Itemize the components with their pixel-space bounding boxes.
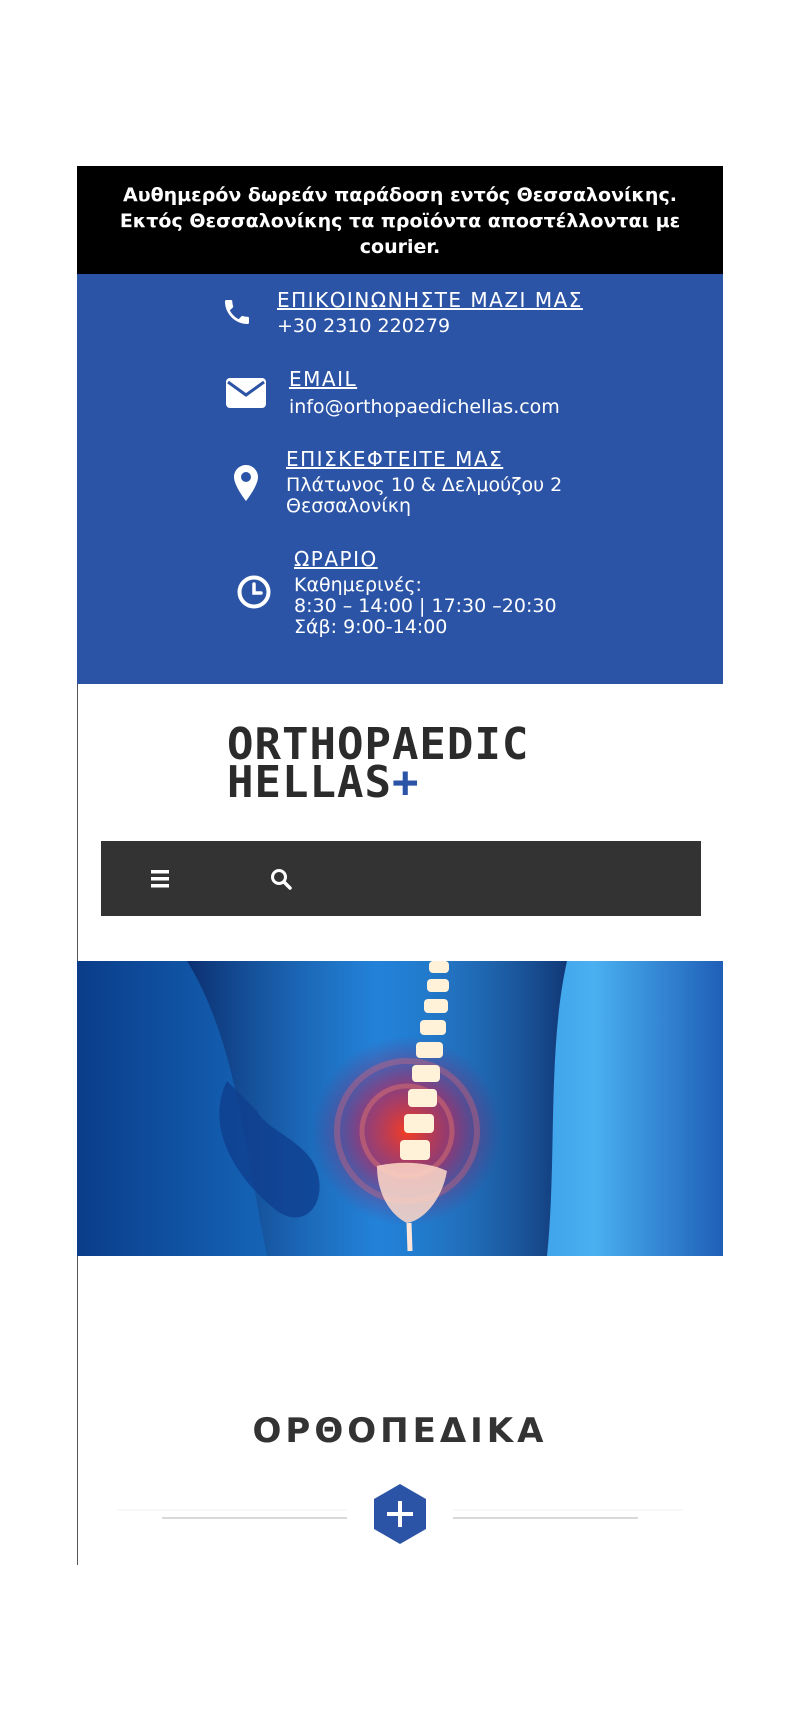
visit-heading[interactable]: ΕΠΙΣΚΕΦΤΕΙΤΕ ΜΑΣ — [286, 447, 562, 471]
search-icon[interactable] — [269, 867, 293, 891]
contact-phone[interactable]: ΕΠΙΚΟΙΝΩΝΗΣΤΕ ΜΑΖΙ ΜΑΣ +30 2310 220279 — [217, 288, 583, 337]
contact-email[interactable]: EMAIL info@orthopaedichellas.com — [223, 367, 560, 418]
clock-icon — [234, 575, 274, 609]
hours-line-3: Σάβ: 9:00-14:00 — [294, 616, 448, 638]
phone-number[interactable]: +30 2310 220279 — [277, 316, 583, 337]
announcement-bar: Αυθημερόν δωρεάν παράδοση εντός Θεσσαλον… — [77, 166, 723, 274]
hours-line-1: Καθημερινές: — [294, 574, 422, 596]
logo-line-2: HELLAS — [227, 757, 392, 808]
contact-info-section: ΕΠΙΚΟΙΝΩΝΗΣΤΕ ΜΑΖΙ ΜΑΣ +30 2310 220279 E… — [77, 274, 723, 684]
address-line-1: Πλάτωνος 10 & Δελμούζου 2 — [286, 474, 563, 496]
logo-plus: + — [391, 757, 420, 808]
announcement-line-2: Εκτός Θεσσαλονίκης τα προϊόντα αποστέλλο… — [119, 210, 681, 232]
email-heading[interactable]: EMAIL — [289, 367, 560, 391]
contact-visit[interactable]: ΕΠΙΣΚΕΦΤΕΙΤΕ ΜΑΣ Πλάτωνος 10 & Δελμούζου… — [226, 447, 562, 517]
phone-icon — [217, 296, 257, 328]
navigation-bar — [101, 841, 701, 916]
announcement-line-3: courier. — [359, 236, 441, 258]
email-address[interactable]: info@orthopaedichellas.com — [289, 397, 560, 418]
hours-line-2: 8:30 – 14:00 | 17:30 –20:30 — [294, 595, 557, 617]
page-container: Αυθημερόν δωρεάν παράδοση εντός Θεσσαλον… — [77, 166, 723, 1544]
envelope-icon — [223, 378, 269, 408]
site-logo[interactable]: ORTHOPAEDIC HELLAS+ — [227, 723, 529, 805]
hero-banner-image — [77, 961, 723, 1256]
contact-hours[interactable]: ΩΡΑΡΙΟ Καθημερινές: 8:30 – 14:00 | 17:30… — [234, 547, 557, 638]
section-title: ΟΡΘΟΠΕΔΙΚΑ — [252, 1411, 548, 1451]
phone-heading[interactable]: ΕΠΙΚΟΙΝΩΝΗΣΤΕ ΜΑΖΙ ΜΑΣ — [277, 288, 583, 312]
plus-hexagon-icon — [374, 1484, 426, 1544]
announcement-line-1: Αυθημερόν δωρεάν παράδοση εντός Θεσσαλον… — [123, 184, 677, 206]
map-pin-icon — [226, 465, 266, 501]
address-line-2: Θεσσαλονίκη — [286, 495, 411, 517]
hours-heading[interactable]: ΩΡΑΡΙΟ — [294, 547, 557, 571]
section-divider — [117, 1481, 683, 1551]
menu-icon[interactable] — [149, 868, 173, 890]
logo-area: ORTHOPAEDIC HELLAS+ — [77, 684, 723, 839]
